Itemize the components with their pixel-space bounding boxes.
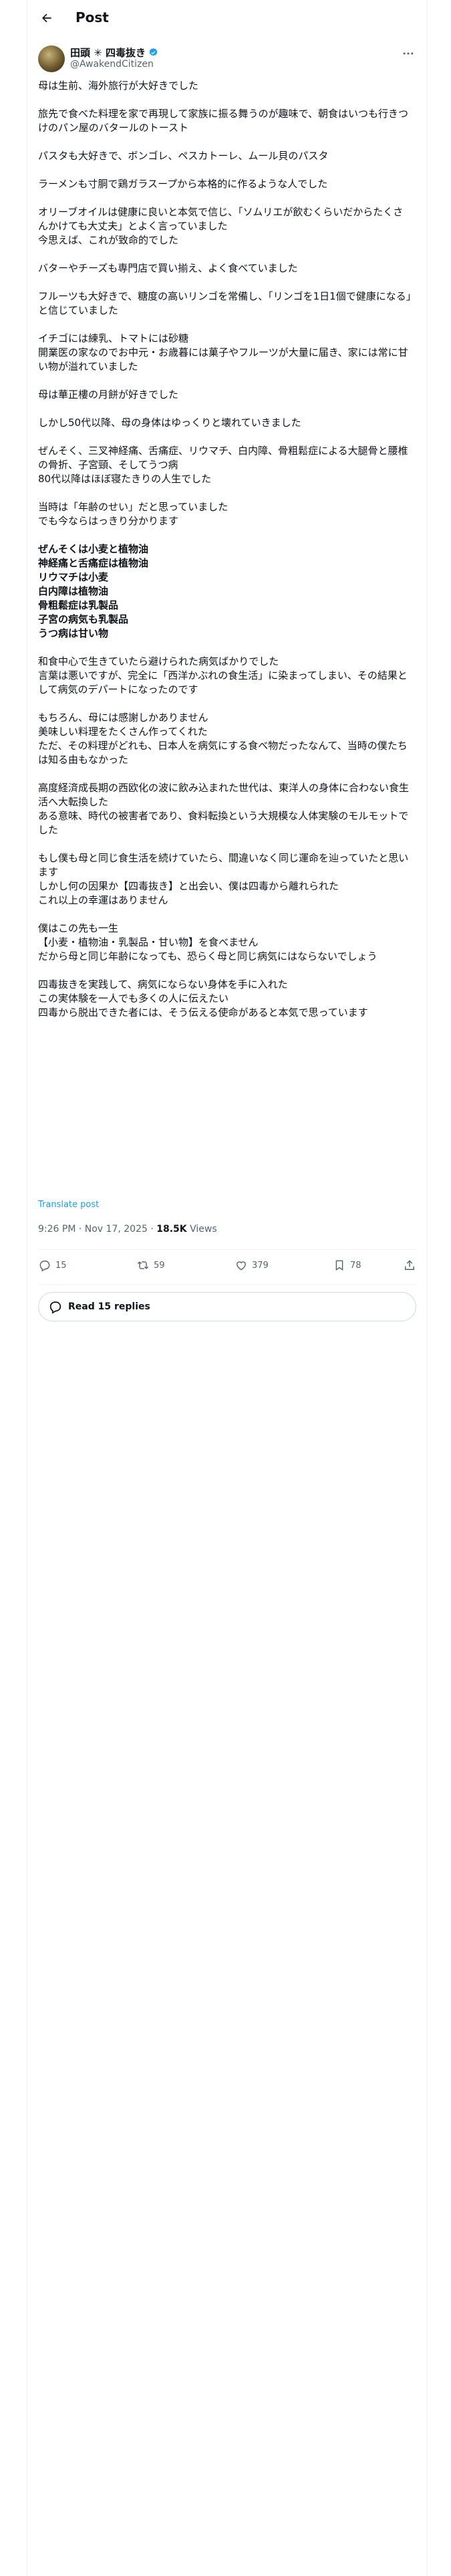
bold-list-item: ぜんそくは小麦と植物油 <box>38 543 149 555</box>
like-count: 379 <box>252 1260 269 1271</box>
author-name-row[interactable]: 田頭 ✳︎ 四毒抜き <box>70 45 158 60</box>
bookmark-button[interactable]: 78 <box>333 1259 361 1272</box>
post-paragraph: バターやチーズも専門店で買い揃え、よく食べていました <box>38 262 298 274</box>
post-paragraph: パスタも大好きで、ボンゴレ、ペスカトーレ、ムール貝のパスタ <box>38 150 329 162</box>
bold-list-item: 骨粗鬆症は乳製品 <box>38 599 119 611</box>
meta-separator: · <box>147 1224 157 1235</box>
repost-count: 59 <box>154 1260 165 1271</box>
translate-post-link[interactable]: Translate post <box>38 1200 99 1210</box>
post-paragraph: ぜんそく、三叉神経痛、舌痛症、リウマチ、白内障、骨粗鬆症による大腿骨と腰椎の骨折… <box>38 445 408 485</box>
top-bar: Post <box>27 0 427 35</box>
post-paragraph: 和食中心で生きていたら避けられた病気ばかりでした 言葉は悪いですが、完全に「西洋… <box>38 655 408 695</box>
bold-list-item: 子宮の病気も乳製品 <box>38 613 129 625</box>
like-button[interactable]: 379 <box>235 1259 269 1272</box>
bookmark-icon <box>335 1260 343 1271</box>
post-paragraph: 四毒抜きを実践して、病気にならない身体を手に入れた この実体験を一人でも多くの人… <box>38 978 368 1018</box>
more-options-icon[interactable] <box>402 47 415 60</box>
repost-button[interactable]: 59 <box>136 1259 165 1272</box>
post-paragraph: フルーツも大好きで、糖度の高いリンゴを常備し、「リンゴを1日1個で健康になる」と… <box>38 290 412 316</box>
post-paragraph: 旅先で食べた料理を家で再現して家族に振る舞うのが趣味で、朝食はいつも行きつけのパ… <box>38 108 408 134</box>
reply-button[interactable]: 15 <box>38 1259 67 1272</box>
post-paragraph: 母は華正樓の月餅が好きでした <box>38 389 179 401</box>
reply-bubble-icon <box>49 1301 61 1314</box>
views-count: 18.5K <box>156 1224 187 1235</box>
post-paragraph: もちろん、母には感謝しかありません 美味しい料理をたくさん作ってくれた ただ、そ… <box>38 712 408 766</box>
read-replies-label: Read 15 replies <box>68 1301 150 1312</box>
read-replies-button[interactable]: Read 15 replies <box>38 1292 416 1321</box>
views-label: Views <box>186 1224 217 1235</box>
divider <box>38 1284 416 1285</box>
author-handle[interactable]: @AwakendCitizen <box>70 59 154 70</box>
bold-list-item: 神経痛と舌痛症は植物油 <box>38 557 149 569</box>
bold-list-item: リウマチは小麦 <box>38 571 109 583</box>
post-paragraph: もし僕も母と同じ食生活を続けていたら、間違いなく同じ運命を辿っていたと思います … <box>38 852 409 906</box>
post-timestamp[interactable]: 9:26 PM · Nov 17, 2025 <box>38 1224 148 1235</box>
post-paragraph: ラーメンも寸胴で鶏ガラスープから本格的に作るような人でした <box>38 178 328 190</box>
post-paragraph: オリーブオイルは健康に良いと本気で信じ、「ソムリエが飲むくらいだからたくさんかけ… <box>38 206 404 246</box>
post-paragraph: 高度経済成長期の西欧化の波に飲み込まれた世代は、東洋人の身体に合わない食生活へ大… <box>38 782 410 836</box>
post-paragraph: 僕はこの先も一生 【小麦・植物油・乳製品・甘い物】を食べません だから母と同じ年… <box>38 922 378 962</box>
post-paragraph: しかし50代以降、母の身体はゆっくりと壊れていきました <box>38 417 301 429</box>
reply-icon <box>39 1261 50 1272</box>
verified-badge-icon <box>149 47 158 56</box>
post-meta: 9:26 PM · Nov 17, 2025 · 18.5K Views <box>38 1224 217 1235</box>
share-icon <box>405 1260 414 1270</box>
divider <box>38 1249 416 1250</box>
bold-list-item: 白内障は植物油 <box>38 585 109 597</box>
avatar[interactable] <box>38 45 65 72</box>
bookmark-count: 78 <box>350 1260 361 1271</box>
post-paragraph: 母は生前、海外旅行が大好きでした <box>38 80 199 92</box>
post-column: Post 田頭 ✳︎ 四毒抜き @AwakendCitizen 母は生前、海外旅… <box>27 0 428 2576</box>
post-text: 母は生前、海外旅行が大好きでした 旅先で食べた料理を家で再現して家族に振る舞うの… <box>38 79 412 1020</box>
post-paragraph: イチゴには練乳、トマトには砂糖 開業医の家なのでお中元・お歳暮には菓子やフルーツ… <box>38 332 408 372</box>
bold-list: ぜんそくは小麦と植物油 神経痛と舌痛症は植物油 リウマチは小麦 白内障は植物油 骨粗鬆症… <box>38 542 412 641</box>
repost-icon <box>137 1261 149 1269</box>
back-arrow-icon[interactable] <box>38 9 55 27</box>
post-paragraph: 当時は「年齢のせい」だと思っていました でも今ならはっきり分かります <box>38 501 229 527</box>
bold-list-item: うつ病は甘い物 <box>38 627 109 639</box>
action-bar: 15 59 379 78 <box>38 1259 416 1276</box>
heart-icon <box>237 1261 246 1271</box>
author-display-name[interactable]: 田頭 ✳︎ 四毒抜き <box>70 45 146 60</box>
page-title: Post <box>76 9 109 25</box>
share-button[interactable] <box>403 1259 416 1272</box>
reply-count: 15 <box>55 1260 67 1271</box>
